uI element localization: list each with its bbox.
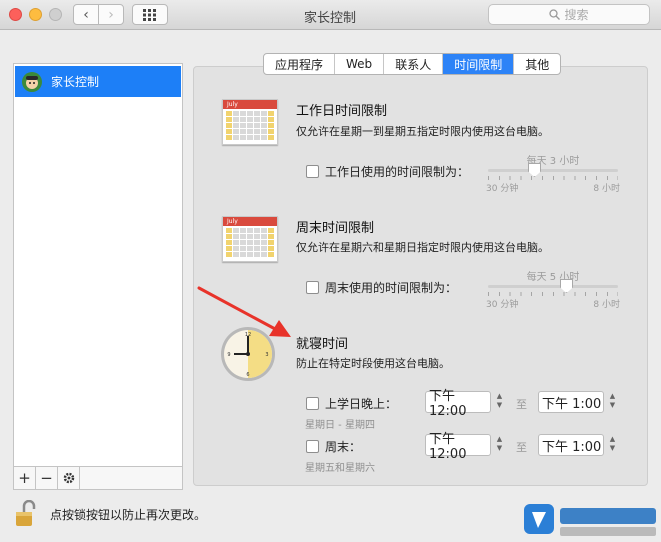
plus-icon: + bbox=[18, 469, 31, 487]
weekday-description: 仅允许在星期一到星期五指定时限内使用这台电脑。 bbox=[296, 125, 549, 138]
bedtime-description: 防止在特定时段使用这台电脑。 bbox=[296, 357, 450, 370]
avatar-icon bbox=[22, 71, 42, 92]
lock-icon[interactable] bbox=[14, 500, 38, 528]
weekend-bedtime-checkbox[interactable] bbox=[306, 440, 319, 453]
calendar-grid bbox=[223, 226, 277, 259]
slider-max-label: 8 小时 bbox=[593, 184, 620, 194]
sidebar-toolbar: + − bbox=[13, 466, 183, 490]
slider-thumb[interactable] bbox=[528, 163, 541, 177]
school-night-row: 上学日晚上： bbox=[306, 395, 397, 412]
back-button[interactable]: ‹ bbox=[73, 4, 99, 25]
school-night-label: 上学日晚上： bbox=[325, 397, 398, 411]
chevron-right-icon: › bbox=[108, 6, 114, 23]
weekend-hours-slider[interactable]: 每天 5 小时 30 分钟 8 小时 bbox=[486, 268, 620, 310]
calendar-icon: July bbox=[222, 216, 278, 262]
watermark-logo-icon bbox=[524, 504, 656, 536]
gear-icon bbox=[63, 472, 74, 484]
tab-contacts[interactable]: 联系人 bbox=[384, 54, 444, 74]
school-night-start-field[interactable]: 下午12:00 bbox=[425, 389, 491, 419]
search-placeholder: 搜索 bbox=[564, 8, 589, 22]
lock-message: 点按锁按钮以防止再次更改。 bbox=[50, 507, 207, 522]
slider-max-label: 8 小时 bbox=[593, 300, 620, 310]
add-user-button[interactable]: + bbox=[14, 467, 36, 489]
zoom-window-button[interactable] bbox=[49, 8, 62, 21]
school-night-start-stepper[interactable]: ▲ ▼ bbox=[494, 392, 505, 412]
weekend-limit-checkbox[interactable] bbox=[306, 281, 319, 294]
clock-icon: 12369 bbox=[221, 327, 275, 381]
slider-min-label: 30 分钟 bbox=[486, 300, 519, 310]
weekend-bedtime-end-field[interactable]: 下午 1:00 bbox=[538, 434, 604, 456]
weekend-limit-row: 周末使用的时间限制为： bbox=[306, 279, 457, 296]
weekend-bedtime-row: 周末： bbox=[306, 438, 361, 455]
calendar-icon: July bbox=[222, 99, 278, 145]
svg-text:9: 9 bbox=[227, 352, 230, 358]
tab-apps[interactable]: 应用程序 bbox=[264, 54, 336, 74]
school-night-end-field[interactable]: 下午 1:00 bbox=[538, 391, 604, 413]
weekend-bedtime-days: 星期五和星期六 bbox=[305, 463, 375, 474]
calendar-month: July bbox=[223, 217, 277, 226]
weekday-title: 工作日时间限制 bbox=[296, 104, 388, 119]
search-input[interactable]: 搜索 bbox=[488, 4, 650, 25]
calendar-grid bbox=[223, 109, 277, 142]
slider-min-label: 30 分钟 bbox=[486, 184, 519, 194]
svg-text:3: 3 bbox=[265, 352, 268, 358]
weekend-bedtime-start-stepper[interactable]: ▲ ▼ bbox=[494, 435, 505, 455]
to-label: 至 bbox=[516, 398, 527, 411]
calendar-month: July bbox=[223, 100, 277, 109]
minus-icon: − bbox=[40, 469, 53, 487]
school-night-checkbox[interactable] bbox=[306, 397, 319, 410]
bedtime-title: 就寝时间 bbox=[296, 337, 349, 352]
options-button[interactable] bbox=[58, 467, 80, 489]
lock-row: 点按锁按钮以防止再次更改。 bbox=[14, 500, 206, 528]
tab-web[interactable]: Web bbox=[335, 54, 385, 74]
weekday-limit-checkbox[interactable] bbox=[306, 165, 319, 178]
weekday-hours-slider[interactable]: 每天 3 小时 30 分钟 8 小时 bbox=[486, 152, 620, 194]
tab-other[interactable]: 其他 bbox=[514, 54, 560, 74]
minimize-window-button[interactable] bbox=[29, 8, 42, 21]
window-title: 家长控制 bbox=[303, 11, 356, 26]
slider-thumb[interactable] bbox=[560, 279, 573, 293]
user-list: 家长控制 bbox=[13, 63, 183, 490]
search-icon bbox=[549, 9, 561, 20]
slider-value: 每天 3 小时 bbox=[526, 156, 580, 167]
grid-icon bbox=[143, 8, 156, 21]
weekday-limit-label: 工作日使用的时间限制为： bbox=[325, 165, 470, 179]
school-night-days: 星期日 - 星期四 bbox=[305, 420, 375, 431]
sidebar-item-label: 家长控制 bbox=[51, 75, 100, 89]
close-window-button[interactable] bbox=[9, 8, 22, 21]
weekend-bedtime-start-field[interactable]: 下午12:00 bbox=[425, 432, 491, 462]
weekday-limit-row: 工作日使用的时间限制为： bbox=[306, 163, 469, 180]
weekend-title: 周末时间限制 bbox=[296, 221, 375, 236]
forward-button[interactable]: › bbox=[98, 4, 124, 25]
school-night-end-stepper[interactable]: ▲ ▼ bbox=[607, 392, 618, 412]
chevron-left-icon: ‹ bbox=[83, 6, 89, 23]
sidebar-item-user[interactable]: 家长控制 bbox=[15, 66, 181, 97]
slider-value: 每天 5 小时 bbox=[526, 272, 580, 283]
to-label: 至 bbox=[516, 441, 527, 454]
svg-text:6: 6 bbox=[246, 372, 249, 378]
weekend-bedtime-label: 周末： bbox=[325, 440, 362, 454]
weekend-description: 仅允许在星期六和星期日指定时限内使用这台电脑。 bbox=[296, 241, 549, 254]
tab-bar: 应用程序 Web 联系人 时间限制 其他 bbox=[263, 53, 562, 75]
show-all-button[interactable] bbox=[132, 4, 168, 25]
tab-time-limits[interactable]: 时间限制 bbox=[443, 54, 515, 74]
title-bar: ‹ › 家长控制 搜索 bbox=[0, 0, 661, 30]
remove-user-button[interactable]: − bbox=[36, 467, 58, 489]
weekend-bedtime-end-stepper[interactable]: ▲ ▼ bbox=[607, 435, 618, 455]
weekend-limit-label: 周末使用的时间限制为： bbox=[325, 281, 458, 295]
